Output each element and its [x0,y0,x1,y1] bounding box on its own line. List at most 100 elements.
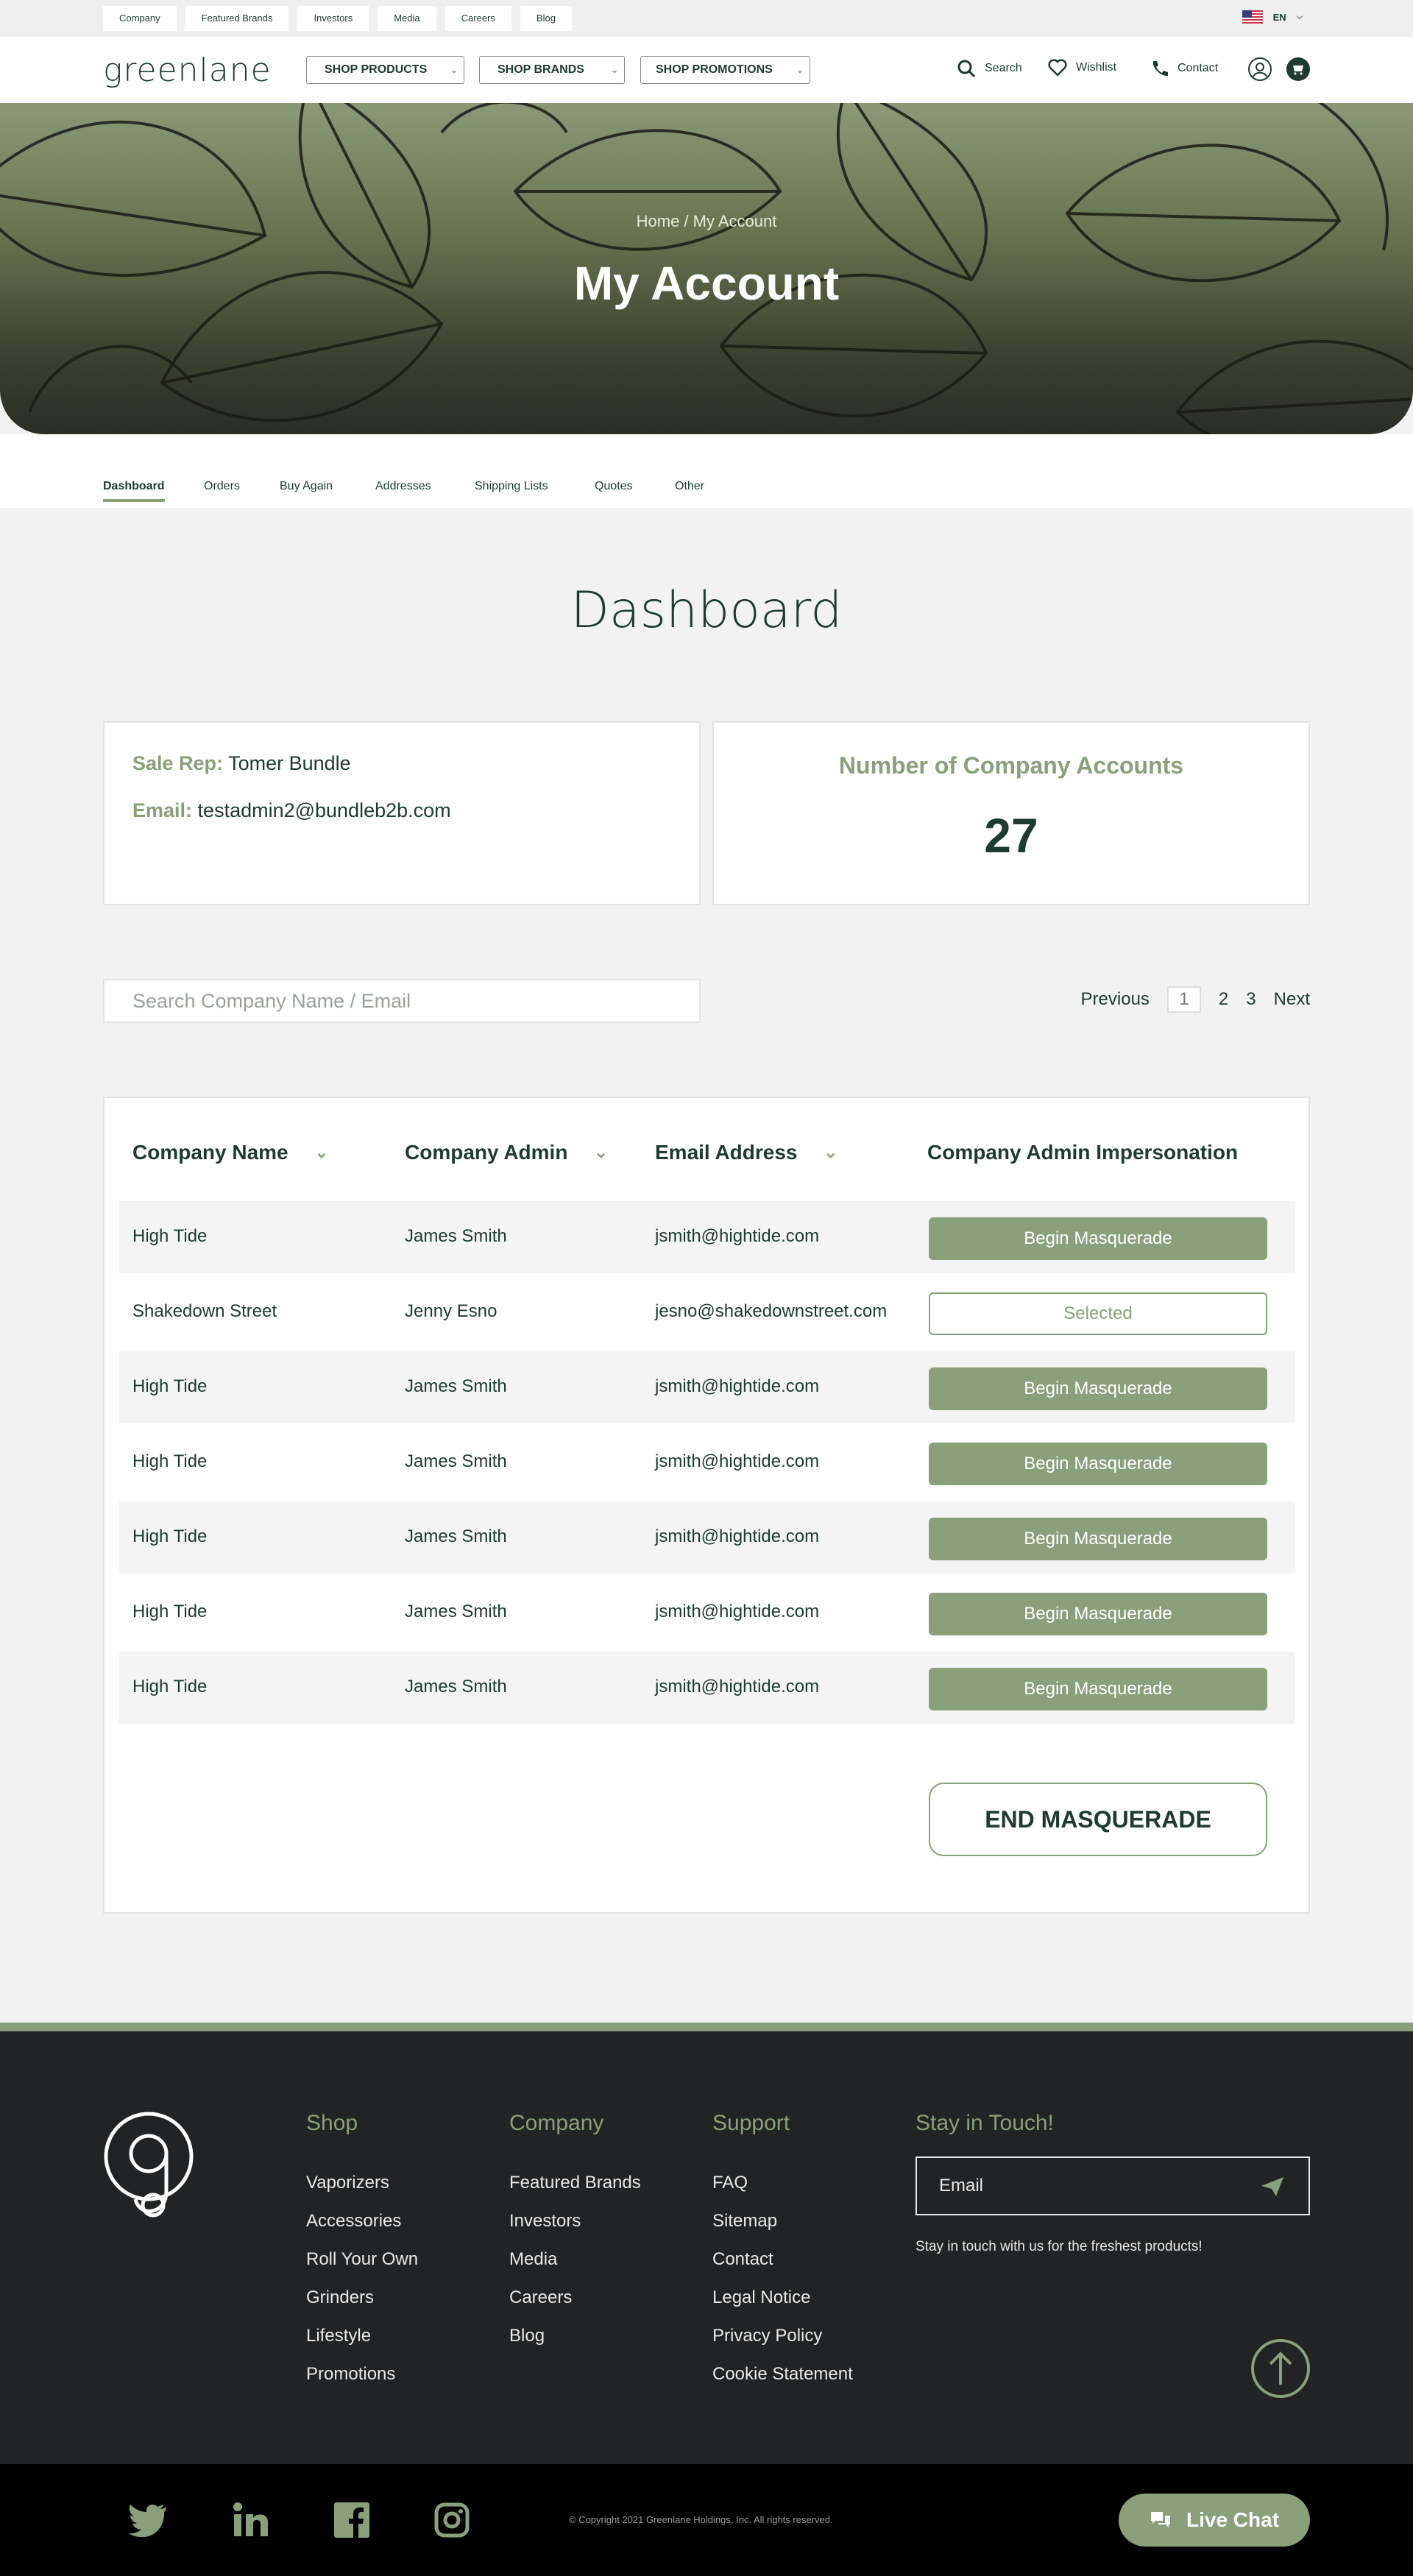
chevron-down-icon[interactable]: ⌄ [315,1143,328,1162]
company-admin-cell: James Smith [405,1602,507,1621]
page-2-link[interactable]: 2 [1219,989,1228,1010]
begin-masquerade-button[interactable]: Begin Masquerade [929,1593,1267,1635]
heart-icon [1048,59,1067,77]
pagination: Previous 1 2 3 Next [1081,986,1310,1013]
previous-page-link[interactable]: Previous [1081,989,1150,1010]
shop-promotions-button[interactable]: SHOP PROMOTIONS ⌄ [640,56,810,84]
header-impersonation: Company Admin Impersonation [927,1141,1238,1164]
footer-link-roll-your-own[interactable]: Roll Your Own [306,2249,418,2287]
page-3-link[interactable]: 3 [1246,989,1256,1010]
utility-link-careers[interactable]: Careers [445,6,511,31]
utility-link-media[interactable]: Media [378,6,436,31]
search-icon [957,60,976,78]
language-selector[interactable]: EN ⌵ [1242,10,1303,24]
email-cell: jsmith@hightide.com [655,1451,820,1471]
begin-masquerade-button[interactable]: Begin Masquerade [929,1217,1267,1260]
shop-products-label: SHOP PRODUCTS [325,63,428,76]
table-row: High Tide James Smith jsmith@hightide.co… [119,1426,1295,1498]
footer-link-accessories[interactable]: Accessories [306,2211,418,2249]
chevron-down-icon[interactable]: ⌄ [594,1143,607,1162]
chat-icon [1150,2512,1170,2527]
instagram-icon[interactable] [434,2502,470,2538]
utility-link-company[interactable]: Company [103,6,177,31]
wishlist-label: Wishlist [1076,61,1117,74]
footer-link-sitemap[interactable]: Sitemap [712,2211,853,2249]
footer-link-cookie-statement[interactable]: Cookie Statement [712,2364,853,2402]
live-chat-label: Live Chat [1186,2508,1280,2531]
utility-bar: Company Featured Brands Investors Media … [0,0,1413,37]
next-page-link[interactable]: Next [1274,989,1310,1010]
back-to-top-button[interactable] [1251,2339,1310,2398]
tab-orders[interactable]: Orders [204,480,240,493]
utility-link-investors[interactable]: Investors [297,6,369,31]
company-search-input[interactable] [103,979,701,1023]
footer-link-blog[interactable]: Blog [509,2326,641,2364]
contact-link[interactable]: Contact [1150,59,1218,78]
breadcrumb[interactable]: Home / My Account [0,212,1413,231]
search-label: Search [985,62,1022,74]
footer-link-legal-notice[interactable]: Legal Notice [712,2287,853,2326]
company-name-cell: High Tide [132,1451,208,1471]
tab-quotes[interactable]: Quotes [595,480,633,493]
shop-brands-label: SHOP BRANDS [497,63,584,76]
chevron-down-icon[interactable]: ⌄ [824,1143,837,1162]
tab-dashboard[interactable]: Dashboard [103,480,165,502]
newsletter-email-input[interactable] [916,2156,1310,2215]
main-header: greenlane SHOP PRODUCTS ⌄ SHOP BRANDS ⌄ … [0,37,1413,103]
tab-buy-again[interactable]: Buy Again [280,480,333,493]
us-flag-icon [1242,10,1263,24]
header-company-name[interactable]: Company Name ⌄ [132,1141,328,1164]
greenlane-logo[interactable]: greenlane [103,52,272,89]
shop-brands-button[interactable]: SHOP BRANDS ⌄ [479,56,625,84]
begin-masquerade-button[interactable]: Begin Masquerade [929,1443,1267,1485]
shop-products-button[interactable]: SHOP PRODUCTS ⌄ [306,56,464,84]
footer-link-lifestyle[interactable]: Lifestyle [306,2326,418,2364]
begin-masquerade-button[interactable]: Begin Masquerade [929,1367,1267,1410]
footer-link-promotions[interactable]: Promotions [306,2364,418,2402]
footer-link-media[interactable]: Media [509,2249,641,2287]
footer-link-vaporizers[interactable]: Vaporizers [306,2173,418,2211]
footer-link-careers[interactable]: Careers [509,2287,641,2326]
header-company-name-label: Company Name [132,1141,288,1164]
sales-rep-card: Sale Rep: Tomer Bundle Email: testadmin2… [103,721,701,905]
linkedin-icon[interactable] [233,2502,271,2538]
tab-shipping-lists[interactable]: Shipping Lists [475,480,548,493]
greenlane-g-logo[interactable] [103,2111,194,2221]
footer-link-faq[interactable]: FAQ [712,2173,853,2211]
utility-link-blog[interactable]: Blog [520,6,572,31]
company-name-cell: High Tide [132,1526,208,1546]
send-icon[interactable] [1260,2176,1285,2198]
footer-link-contact[interactable]: Contact [712,2249,853,2287]
header-company-admin[interactable]: Company Admin ⌄ [405,1141,608,1164]
search-link[interactable]: Search [957,59,1022,78]
facebook-icon[interactable] [334,2502,369,2538]
arrow-up-icon [1269,2352,1292,2385]
footer-link-grinders[interactable]: Grinders [306,2287,418,2326]
table-row: High Tide James Smith jsmith@hightide.co… [119,1577,1295,1649]
cart-icon[interactable] [1286,57,1310,81]
newsletter-note: Stay in touch with us for the freshest p… [916,2239,1203,2254]
end-masquerade-button[interactable]: END MASQUERADE [929,1783,1267,1856]
account-icon[interactable] [1248,57,1272,81]
wishlist-link[interactable]: Wishlist [1048,59,1116,77]
tab-addresses[interactable]: Addresses [375,480,431,493]
begin-masquerade-button[interactable]: Begin Masquerade [929,1668,1267,1710]
begin-masquerade-button[interactable]: Begin Masquerade [929,1518,1267,1560]
twitter-icon[interactable] [127,2502,168,2538]
email-cell: jsmith@hightide.com [655,1602,820,1621]
sale-rep-label: Sale Rep: [132,752,224,774]
utility-links: Company Featured Brands Investors Media … [103,6,572,31]
selected-masquerade-button[interactable]: Selected [929,1292,1267,1335]
page-1-link[interactable]: 1 [1166,986,1201,1013]
footer-link-privacy-policy[interactable]: Privacy Policy [712,2326,853,2364]
language-label: EN [1272,11,1286,23]
header-email-address[interactable]: Email Address ⌄ [655,1141,837,1164]
footer-link-investors[interactable]: Investors [509,2211,641,2249]
utility-link-featured-brands[interactable]: Featured Brands [185,6,289,31]
sale-rep-value: Tomer Bundle [228,752,351,774]
company-accounts-card: Number of Company Accounts 27 [712,721,1310,905]
footer-link-featured-brands[interactable]: Featured Brands [509,2173,641,2211]
table-row: High Tide James Smith jsmith@hightide.co… [119,1201,1295,1273]
live-chat-button[interactable]: Live Chat [1119,2494,1310,2547]
tab-other[interactable]: Other [675,480,704,493]
